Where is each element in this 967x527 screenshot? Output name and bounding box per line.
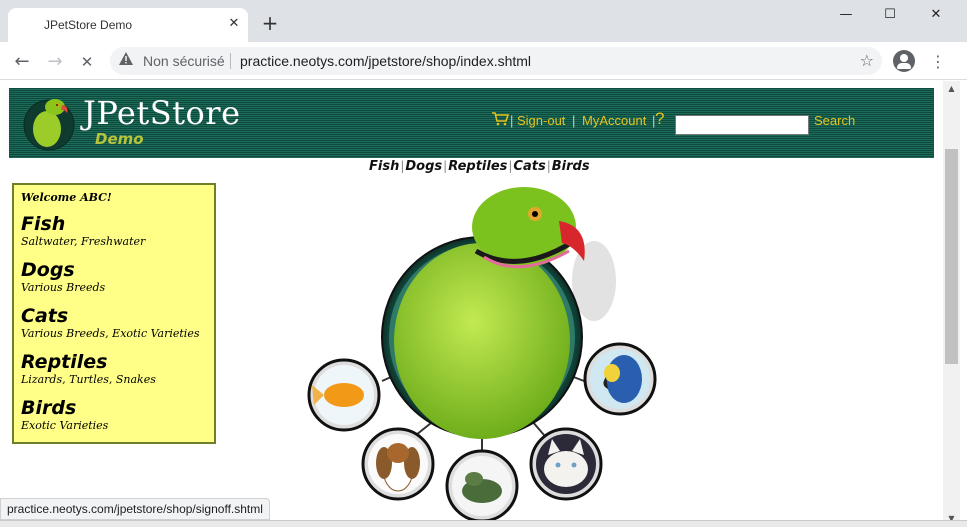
- quicklink-separator: |: [400, 159, 405, 173]
- link-status-bar: practice.neotys.com/jpetstore/shop/signo…: [0, 498, 270, 520]
- minimize-button[interactable]: —: [823, 0, 869, 30]
- sidebar-category-fish[interactable]: Fish: [21, 213, 214, 235]
- url-text[interactable]: practice.neotys.com/jpetstore/shop/index…: [240, 53, 531, 69]
- new-tab-button[interactable]: +: [258, 12, 282, 36]
- search-input[interactable]: [675, 115, 809, 135]
- security-label[interactable]: Non sécurisé: [143, 53, 225, 69]
- site-logo-subtitle: Demo: [95, 130, 144, 148]
- browser-toolbar: ← → ✕ Non sécurisé practice.neotys.com/j…: [0, 42, 967, 80]
- tab-close-icon[interactable]: ✕: [225, 15, 243, 33]
- parrot-logo-icon[interactable]: [23, 93, 75, 151]
- quick-links: Fish|Dogs|Reptiles|Cats|Birds: [369, 159, 590, 174]
- header-separator: |: [572, 113, 576, 128]
- back-button[interactable]: ←: [10, 50, 34, 74]
- forward-button[interactable]: →: [43, 50, 67, 74]
- omnibox-divider: [230, 53, 231, 69]
- profile-avatar-icon[interactable]: [893, 50, 915, 72]
- welcome-message: Welcome ABC!: [21, 191, 112, 204]
- category-sidebar: Welcome ABC! Fish Saltwater, Freshwater …: [12, 183, 216, 444]
- pet-category-map: [307, 187, 657, 523]
- quicklink-reptiles[interactable]: Reptiles: [448, 159, 507, 174]
- sidebar-category-desc: Exotic Varieties: [21, 419, 109, 432]
- iguana-thumbnail[interactable]: [445, 449, 519, 523]
- browser-tab[interactable]: JPetStore Demo ✕: [8, 8, 248, 42]
- help-icon[interactable]: ?: [655, 109, 664, 129]
- macaw-thumbnail[interactable]: [583, 342, 657, 416]
- sidebar-category-desc: Saltwater, Freshwater: [21, 235, 146, 248]
- header-separator: |: [510, 113, 514, 128]
- maximize-button[interactable]: ☐: [867, 0, 913, 30]
- scroll-up-arrow-icon[interactable]: ▲: [943, 81, 960, 97]
- browser-menu-icon[interactable]: ⋮: [930, 50, 946, 74]
- scroll-thumb[interactable]: [945, 149, 958, 364]
- my-account-link[interactable]: MyAccount: [582, 113, 646, 128]
- quicklink-separator: |: [443, 159, 448, 173]
- cat-thumbnail[interactable]: [529, 427, 603, 501]
- address-bar[interactable]: Non sécurisé practice.neotys.com/jpetsto…: [110, 47, 882, 75]
- dog-thumbnail[interactable]: [361, 427, 435, 501]
- sign-out-link[interactable]: Sign-out: [517, 113, 565, 128]
- cart-icon[interactable]: [491, 112, 509, 126]
- window-edge: [960, 81, 967, 527]
- quicklink-cats[interactable]: Cats: [513, 159, 545, 174]
- page-viewport: JPetStore Demo | Sign-out | MyAccount | …: [0, 81, 943, 527]
- sidebar-category-dogs[interactable]: Dogs: [21, 259, 214, 281]
- search-button[interactable]: Search: [814, 113, 855, 128]
- sidebar-category-reptiles[interactable]: Reptiles: [21, 351, 214, 373]
- quicklink-separator: |: [508, 159, 513, 173]
- goldfish-thumbnail[interactable]: [307, 358, 381, 432]
- quicklink-separator: |: [546, 159, 551, 173]
- stop-loading-button[interactable]: ✕: [75, 50, 99, 74]
- bookmark-star-icon[interactable]: ☆: [860, 51, 874, 70]
- close-window-button[interactable]: ✕: [913, 0, 959, 30]
- sidebar-category-desc: Various Breeds, Exotic Varieties: [21, 327, 200, 340]
- sidebar-category-desc: Lizards, Turtles, Snakes: [21, 373, 156, 386]
- sidebar-category-desc: Various Breeds: [21, 281, 106, 294]
- quicklink-birds[interactable]: Birds: [552, 159, 590, 174]
- tab-title: JPetStore Demo: [44, 18, 133, 32]
- site-header: JPetStore Demo | Sign-out | MyAccount | …: [9, 88, 934, 158]
- parrot-main-image[interactable]: [381, 187, 585, 439]
- warning-icon[interactable]: [119, 52, 133, 69]
- quicklink-dogs[interactable]: Dogs: [405, 159, 442, 174]
- quicklink-fish[interactable]: Fish: [369, 159, 399, 174]
- bottom-strip: [0, 520, 967, 527]
- sidebar-category-birds[interactable]: Birds: [21, 397, 214, 419]
- tab-strip: JPetStore Demo ✕ + — ☐ ✕: [0, 0, 967, 42]
- page-scrollbar[interactable]: ▲ ▼: [943, 81, 960, 527]
- site-logo-title[interactable]: JPetStore: [83, 94, 241, 132]
- sidebar-category-cats[interactable]: Cats: [21, 305, 214, 327]
